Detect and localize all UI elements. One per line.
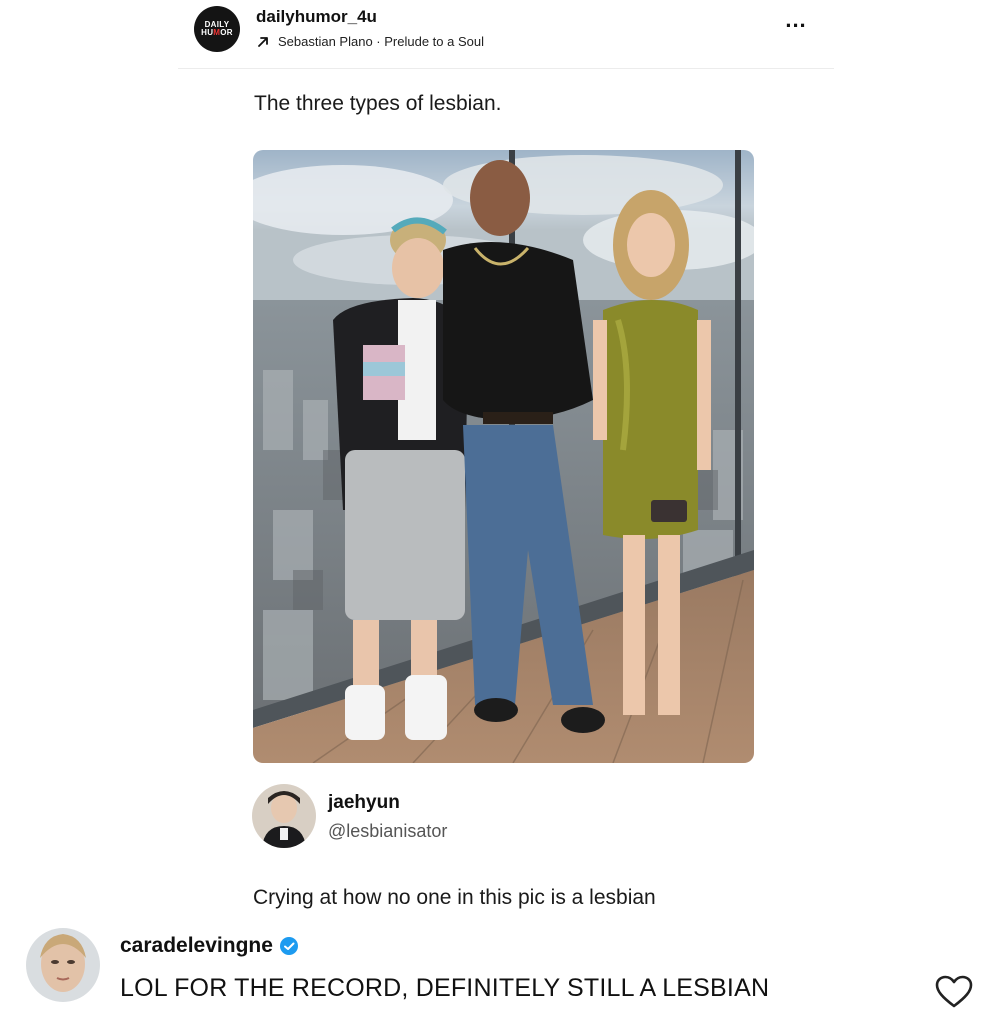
commenter-username[interactable]: caradelevingne bbox=[120, 934, 299, 958]
music-attribution[interactable]: Sebastian Plano · Prelude to a Soul bbox=[256, 34, 484, 49]
commenter-avatar-image bbox=[26, 928, 100, 1002]
post-header: DAILY HUMOR dailyhumor_4u Sebastian Plan… bbox=[0, 0, 1006, 70]
avatar-logo-line2: HUMOR bbox=[201, 28, 233, 37]
tweet-caption: The three types of lesbian. bbox=[254, 92, 502, 115]
quoted-user-avatar[interactable] bbox=[252, 784, 316, 848]
account-avatar[interactable]: DAILY HUMOR bbox=[194, 6, 240, 52]
quoted-user-name[interactable]: jaehyun bbox=[328, 792, 400, 814]
quoted-tweet-text: Crying at how no one in this pic is a le… bbox=[253, 886, 656, 909]
commenter-username-text: caradelevingne bbox=[120, 934, 273, 957]
header-divider bbox=[178, 68, 834, 69]
arrow-up-right-icon bbox=[258, 36, 268, 47]
commenter-avatar[interactable] bbox=[26, 928, 100, 1002]
comment-text: LOL FOR THE RECORD, DEFINITELY STILL A L… bbox=[120, 974, 770, 1002]
quoted-user-handle[interactable]: @lesbianisator bbox=[328, 821, 447, 842]
verified-badge-icon bbox=[279, 937, 298, 955]
more-options-button[interactable]: ... bbox=[780, 9, 812, 34]
heart-icon bbox=[935, 975, 973, 1008]
quoted-user-avatar-image bbox=[252, 784, 316, 848]
music-track: Prelude to a Soul bbox=[384, 34, 484, 49]
music-artist: Sebastian Plano bbox=[278, 34, 373, 49]
post-photo bbox=[253, 150, 754, 763]
music-separator: · bbox=[372, 34, 385, 49]
like-comment-button[interactable] bbox=[934, 974, 974, 1010]
account-username[interactable]: dailyhumor_4u bbox=[256, 7, 377, 27]
photo-illustration bbox=[253, 150, 754, 763]
